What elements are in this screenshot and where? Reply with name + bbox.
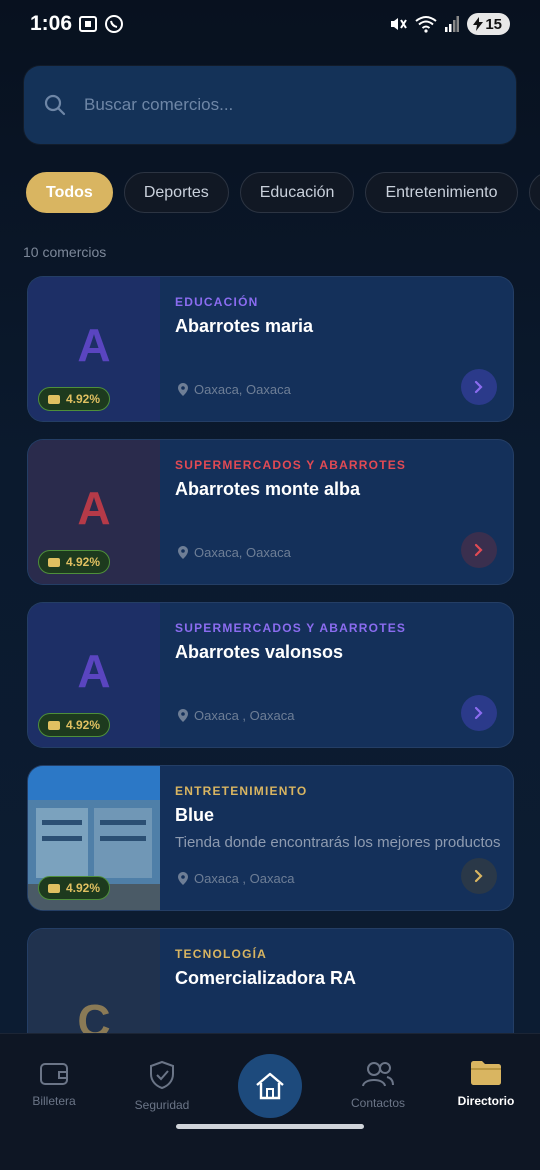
business-location: Oaxaca, Oaxaca: [178, 382, 291, 397]
chevron-right-icon: [474, 543, 483, 557]
chip-deportes[interactable]: Deportes: [123, 172, 229, 213]
cashback-badge: 4.92%: [38, 550, 111, 574]
status-notification-icons: [78, 14, 124, 34]
shield-check-icon: [150, 1060, 174, 1090]
status-time: 1:06: [30, 12, 73, 35]
business-category: TECNOLOGÍA: [175, 947, 267, 961]
wallet-icon: [48, 395, 60, 404]
status-bar: 1:06 15: [0, 0, 540, 52]
signal-icon: [445, 16, 460, 32]
chevron-right-icon: [474, 869, 483, 883]
business-card[interactable]: A 4.92% SUPERMERCADOS Y ABARROTES Abarro…: [27, 602, 514, 748]
business-name: Abarrotes monte alba: [175, 479, 361, 499]
location-text: Oaxaca, Oaxaca: [194, 382, 291, 397]
home-button[interactable]: [238, 1054, 302, 1118]
business-description: Tienda donde encontrarás los mejores pro…: [175, 834, 501, 851]
location-text: Oaxaca , Oaxaca: [194, 871, 295, 886]
cashback-badge: 4.92%: [38, 713, 111, 737]
category-chips: Todos Deportes Educación Entretenimiento…: [26, 172, 540, 213]
cashback-value: 4.92%: [66, 392, 101, 406]
nav-contacts-label: Contactos: [350, 1096, 406, 1110]
nav-directory[interactable]: Directorio: [436, 1060, 536, 1108]
folder-icon: [471, 1061, 501, 1085]
chevron-right-icon: [474, 380, 483, 394]
cashback-value: 4.92%: [66, 881, 101, 895]
search-bar[interactable]: Buscar comercios...: [24, 66, 516, 144]
cashback-badge: 4.92%: [38, 387, 111, 411]
battery-level: 15: [485, 15, 502, 33]
business-card[interactable]: A 4.92% SUPERMERCADOS Y ABARROTES Abarro…: [27, 439, 514, 585]
open-business-button[interactable]: [461, 858, 497, 894]
chip-educacion[interactable]: Educación: [239, 172, 355, 213]
nav-security[interactable]: Seguridad: [112, 1060, 212, 1112]
chip-todos[interactable]: Todos: [26, 172, 113, 213]
charging-icon: [473, 17, 484, 31]
business-thumbnail: C: [28, 929, 160, 1033]
business-category: SUPERMERCADOS Y ABARROTES: [175, 458, 407, 472]
wallet-icon: [48, 558, 60, 567]
wallet-icon: [48, 721, 60, 730]
chip-more[interactable]: H: [528, 172, 540, 213]
business-initial: A: [77, 319, 111, 371]
business-card[interactable]: C TECNOLOGÍA Comercializadora RA: [27, 928, 514, 1033]
open-business-button[interactable]: [461, 532, 497, 568]
business-initial: A: [77, 482, 111, 534]
business-location: Oaxaca , Oaxaca: [178, 871, 294, 886]
location-pin-icon: [178, 383, 188, 396]
open-business-button[interactable]: [461, 695, 497, 731]
business-list: A 4.92% EDUCACIÓN Abarrotes maria Oaxaca…: [0, 276, 540, 1033]
status-system-icons: 15: [389, 13, 510, 35]
open-business-button[interactable]: [461, 369, 497, 405]
home-icon: [256, 1072, 284, 1100]
location-text: Oaxaca, Oaxaca: [194, 545, 291, 560]
wallet-icon: [48, 884, 60, 893]
bottom-navigation: Billetera Seguridad Contactos Directorio: [0, 1033, 540, 1170]
cashback-value: 4.92%: [66, 718, 101, 732]
location-pin-icon: [178, 872, 188, 885]
business-initial: A: [77, 645, 111, 697]
business-location: Oaxaca, Oaxaca: [178, 545, 291, 560]
location-pin-icon: [178, 709, 188, 722]
business-name: Comercializadora RA: [175, 968, 357, 988]
location-text: Oaxaca , Oaxaca: [194, 708, 295, 723]
business-category: ENTRETENIMIENTO: [175, 784, 308, 798]
business-name: Blue: [175, 805, 215, 825]
business-card[interactable]: 4.92% ENTRETENIMIENTO Blue Tienda donde …: [27, 765, 514, 911]
business-thumbnail: A 4.92%: [28, 603, 160, 747]
whatsapp-icon: [105, 15, 123, 33]
business-name: Abarrotes valonsos: [175, 642, 344, 662]
screenshot-icon: [79, 16, 97, 32]
nav-wallet[interactable]: Billetera: [4, 1060, 104, 1108]
business-category: SUPERMERCADOS Y ABARROTES: [175, 621, 407, 635]
chevron-right-icon: [474, 706, 483, 720]
business-card[interactable]: A 4.92% EDUCACIÓN Abarrotes maria Oaxaca…: [27, 276, 514, 422]
search-icon: [44, 94, 66, 116]
nav-directory-label: Directorio: [457, 1094, 515, 1108]
search-input[interactable]: Buscar comercios...: [84, 95, 233, 115]
cashback-badge: 4.92%: [38, 876, 111, 900]
wallet-icon: [40, 1063, 68, 1085]
nav-contacts[interactable]: Contactos: [328, 1060, 428, 1110]
business-name: Abarrotes maria: [175, 316, 314, 336]
contacts-icon: [362, 1062, 394, 1087]
mute-icon: [391, 18, 408, 30]
business-category: EDUCACIÓN: [175, 295, 259, 309]
business-thumbnail: A 4.92%: [28, 440, 160, 584]
battery-indicator: 15: [467, 13, 510, 35]
location-pin-icon: [178, 546, 188, 559]
business-initial: C: [77, 995, 111, 1033]
nav-security-label: Seguridad: [134, 1098, 190, 1112]
results-count: 10 comercios: [23, 244, 107, 260]
business-location: Oaxaca , Oaxaca: [178, 708, 294, 723]
cashback-value: 4.92%: [66, 555, 101, 569]
business-photo: 4.92%: [28, 766, 160, 910]
chip-entretenimiento[interactable]: Entretenimiento: [365, 172, 518, 213]
wifi-icon: [415, 16, 437, 33]
nav-wallet-label: Billetera: [32, 1094, 76, 1108]
gesture-home-indicator: [176, 1124, 364, 1129]
business-thumbnail: A 4.92%: [28, 277, 160, 421]
